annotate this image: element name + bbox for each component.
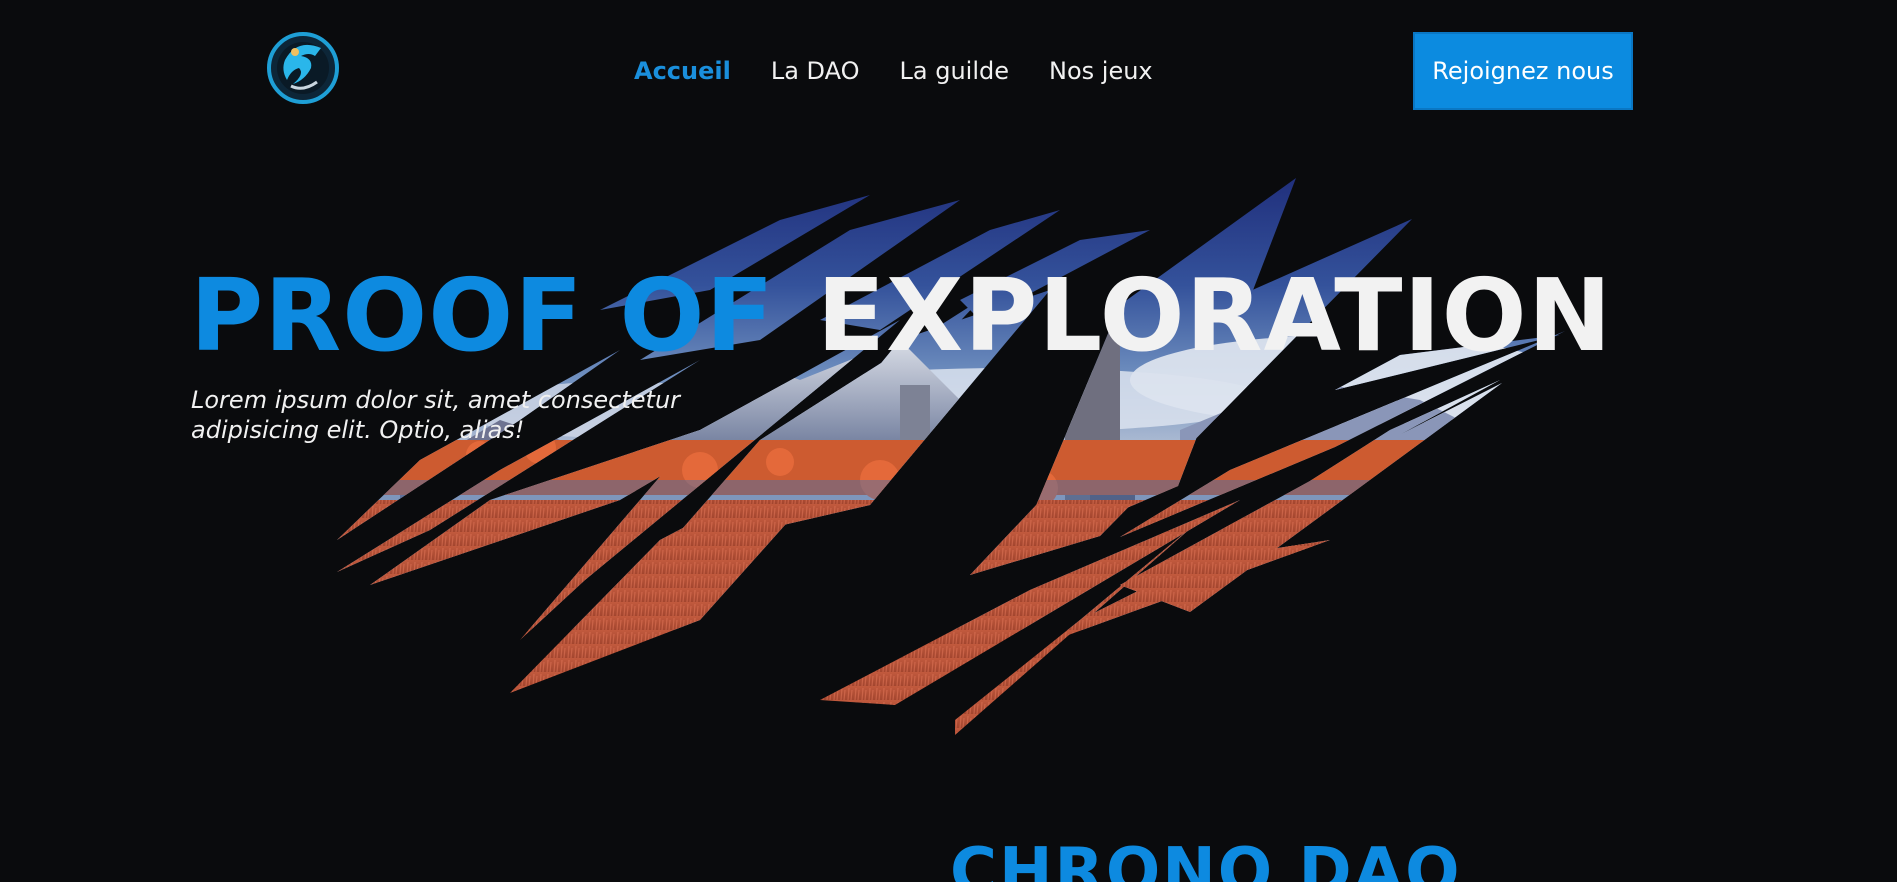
hero-subtitle: Lorem ipsum dolor sit, amet consectetur … xyxy=(191,385,731,445)
nav-item-accueil: Accueil xyxy=(634,56,731,86)
hero-title: PROOF OF EXPLORATION xyxy=(190,258,1612,374)
nav-link-nos-jeux[interactable]: Nos jeux xyxy=(1049,56,1153,86)
page: Accueil La DAO La guilde Nos jeux Rejoig… xyxy=(0,0,1897,882)
hero-subtitle-line-1: Lorem ipsum dolor sit, amet consectetur xyxy=(191,386,681,414)
nav-link-la-guilde[interactable]: La guilde xyxy=(900,56,1010,86)
nav-link-la-dao[interactable]: La DAO xyxy=(771,56,860,86)
hero-subtitle-line-2: adipisicing elit. Optio, alias! xyxy=(191,416,525,444)
nav-item-la-guilde: La guilde xyxy=(900,56,1010,86)
nav-link-accueil[interactable]: Accueil xyxy=(634,56,731,86)
nav-item-nos-jeux: Nos jeux xyxy=(1049,56,1153,86)
main-nav: Accueil La DAO La guilde Nos jeux xyxy=(634,56,1153,86)
hero-title-blue: PROOF OF xyxy=(190,257,775,374)
dragon-logo-icon[interactable] xyxy=(265,30,341,106)
join-us-button[interactable]: Rejoignez nous xyxy=(1413,32,1633,110)
hero-title-white: EXPLORATION xyxy=(816,257,1613,374)
section-title-chrono-dao: CHRONO DAO xyxy=(950,835,1462,882)
nav-item-la-dao: La DAO xyxy=(771,56,860,86)
